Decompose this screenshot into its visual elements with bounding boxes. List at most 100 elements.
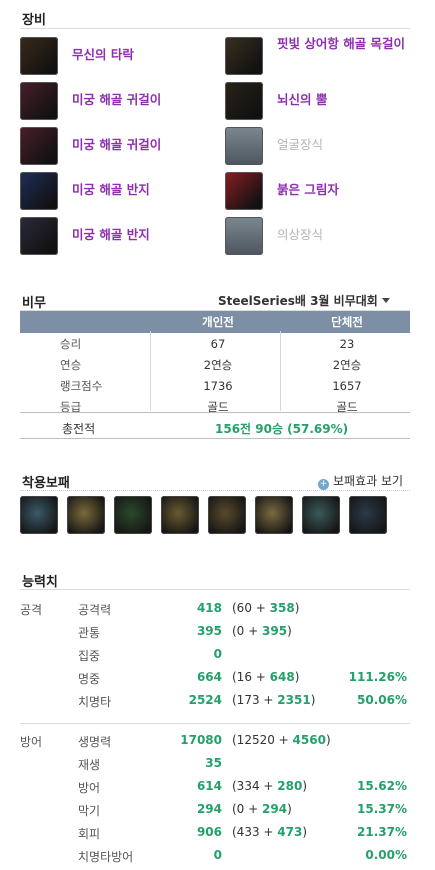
stat-value: 2524 [188,693,222,707]
bimu-header-row: 개인전 단체전 [20,311,410,333]
stat-breakdown: (334 + 280) [232,779,308,793]
stat-percent: 21.37% [357,825,407,839]
bimu-row-label: 연승 [60,357,82,372]
plus-circle-icon: + [318,479,329,490]
stats-title: 능력치 [22,575,58,590]
stat-percent: 15.37% [357,802,407,816]
stat-bonus: 648 [269,670,295,684]
stat-breakdown: (173 + 2351) [232,693,316,707]
soulshield-effect-link[interactable]: + 보패효과 보기 [318,472,403,490]
stat-name: 집중 [78,649,101,663]
stat-name: 관통 [78,626,101,640]
stat-category: 공격 [20,603,43,617]
bimu-header-team: 단체전 [284,311,410,333]
stat-value: 35 [205,756,222,770]
bimu-header-solo: 개인전 [152,311,284,333]
soulshield-effect-label: 보패효과 보기 [333,474,404,488]
stat-percent: 0.00% [365,848,407,862]
bimu-title: 비무 [22,296,46,311]
divider [20,438,410,439]
soulshield-1-icon[interactable] [20,496,58,534]
stat-name: 회피 [78,827,101,841]
stat-name: 명중 [78,672,101,686]
stat-bonus: 473 [277,825,303,839]
costume-icon [225,172,263,210]
soulshield-7-icon[interactable] [302,496,340,534]
stat-breakdown: (60 + 358) [232,601,300,615]
bimu-solo-value: 2연승 [203,357,233,372]
stat-breakdown: (16 + 648) [232,670,300,684]
bimu-table: 개인전 단체전 승리 67 23 연승 2연승 2연승 랭크점수 1736 1657 등급 골드 골드 [20,311,410,417]
stat-row: 치명타방어 0 0.00% [0,848,435,870]
stat-row: 명중 664 (16 + 648) 111.26% [0,670,435,692]
stat-breakdown: (12520 + 4560) [232,733,331,747]
stat-row: 회피 906 (433 + 473) 21.37% [0,825,435,847]
stat-row: 방어 614 (334 + 280) 15.62% [0,779,435,801]
stat-bonus: 4560 [292,733,326,747]
stat-row: 재생 35 [0,756,435,778]
stat-value: 294 [196,802,222,816]
weapon-icon [20,37,58,75]
stat-bonus: 280 [277,779,303,793]
bimu-solo-value: 1736 [203,378,233,393]
equipment-name: 미궁 해골 귀걸이 [72,137,162,152]
season-dropdown[interactable]: SteelSeries배 3월 비무대회 [218,292,390,309]
stat-value: 418 [196,601,222,615]
stat-bonus: 395 [262,624,288,638]
bimu-solo-value: 67 [210,336,226,351]
total-record-label: 총전적 [62,422,96,436]
stat-name: 공격력 [78,603,112,617]
stat-name: 치명타 [78,695,112,709]
equipment-name: 무신의 타락 [72,47,134,62]
earring-icon [20,82,58,120]
costume-accessory-icon [225,217,263,255]
soulshield-8-icon[interactable] [349,496,387,534]
divider [20,490,410,491]
stat-row: 막기 294 (0 + 294) 15.37% [0,802,435,824]
equipment-name: 붉은 그림자 [277,182,339,197]
soulshield-3-icon[interactable] [114,496,152,534]
bimu-team-value: 23 [339,336,355,351]
table-divider [280,331,281,411]
face-accessory-icon [225,127,263,165]
ring-icon [20,217,58,255]
horn-icon [225,82,263,120]
stat-category: 방어 [20,735,43,749]
stat-name: 치명타방어 [78,850,134,864]
necklace-icon [225,37,263,75]
stat-percent: 50.06% [357,693,407,707]
stat-bonus: 2351 [277,693,311,707]
stat-row: 공격 공격력 418 (60 + 358) [0,601,435,623]
stat-breakdown: (0 + 294) [232,802,292,816]
soulshield-6-icon[interactable] [255,496,293,534]
character-info-panel: 장비 무신의 타락 미궁 해골 귀걸이 미궁 해골 귀걸이 미궁 해골 반지 미궁 해골… [0,0,435,868]
season-dropdown-label: SteelSeries배 3월 비무대회 [218,294,378,308]
bimu-team-value: 2연승 [332,357,362,372]
soulshield-5-icon[interactable] [208,496,246,534]
soulshield-title: 착용보패 [22,476,70,491]
stat-value: 0 [213,848,222,862]
divider [20,28,410,29]
stat-value: 614 [196,779,222,793]
equipment-name: 미궁 해골 반지 [72,227,150,242]
stat-name: 재생 [78,758,101,772]
equipment-name: 의상장식 [277,227,324,242]
equipment-name: 미궁 해골 반지 [72,182,150,197]
stat-value: 664 [196,670,222,684]
stat-name: 방어 [78,781,101,795]
bimu-header-empty [20,311,152,333]
stat-value: 0 [213,647,222,661]
earring-icon [20,127,58,165]
bimu-row: 랭크점수 1736 1657 [20,375,410,396]
soulshield-4-icon[interactable] [161,496,199,534]
equipment-title: 장비 [22,13,46,28]
stat-name: 막기 [78,804,101,818]
stat-bonus: 294 [262,802,288,816]
stat-breakdown: (433 + 473) [232,825,308,839]
soulshield-2-icon[interactable] [67,496,105,534]
equipment-name: 뇌신의 뿔 [277,92,328,107]
stat-value: 17080 [180,733,222,747]
stat-value: 906 [196,825,222,839]
bimu-row-label: 등급 [60,399,82,414]
bimu-row-label: 랭크점수 [60,378,103,393]
